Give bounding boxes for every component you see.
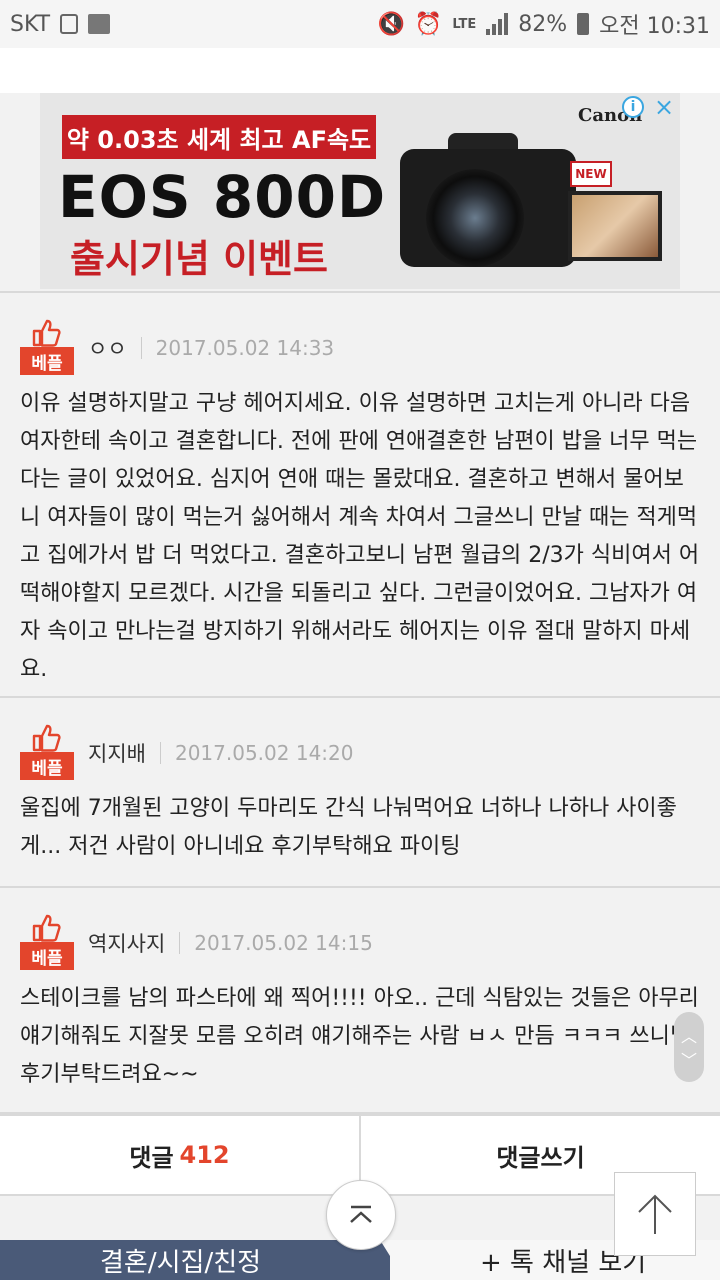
best-label: 베플 <box>20 347 74 375</box>
write-comment-label: 댓글쓰기 <box>496 1143 585 1172</box>
divider <box>140 337 142 359</box>
collapse-button[interactable] <box>326 1180 396 1250</box>
divider <box>179 932 181 954</box>
thumbs-up-icon <box>32 319 61 347</box>
thumbs-up-icon <box>32 724 61 752</box>
scroll-handle[interactable]: ︿ ﹀ <box>674 1012 704 1082</box>
thumbs-up-icon <box>32 914 61 942</box>
comment-item: 베플 역지사지 2017.05.02 14:15 스테이크를 남의 파스타에 왜… <box>0 888 720 1114</box>
signal-icon <box>486 13 509 35</box>
camera-lens <box>426 169 524 267</box>
scroll-top-button[interactable] <box>614 1172 696 1256</box>
comment-body: 이유 설명하지말고 구냥 헤어지세요. 이유 설명하면 고치는게 아니라 다음 … <box>20 391 700 682</box>
battery-percent: 82% <box>518 11 568 37</box>
network-label: LTE <box>452 16 477 32</box>
best-label: 베플 <box>20 752 74 780</box>
battery-icon <box>577 13 590 35</box>
ad-model: EOS 800D <box>58 163 387 231</box>
comment-author[interactable]: ㅇㅇ <box>88 333 127 363</box>
mute-icon: 🔇 <box>377 11 405 37</box>
scroll-up-icon <box>638 1194 672 1234</box>
status-bar: SKT 🔇 ⏰ LTE 82% 오전 10:31 <box>0 0 720 48</box>
collapse-icon <box>350 1205 372 1223</box>
camera-screen <box>568 191 662 261</box>
comment-body: 스테이크를 남의 파스타에 왜 찍어!!!! 아오.. 근데 식탐있는 것들은 … <box>20 986 699 1087</box>
sd-card-icon <box>60 14 79 34</box>
comments-button[interactable]: 댓글 412 <box>0 1116 359 1194</box>
ad-close-icon[interactable]: × <box>650 93 678 121</box>
comment-item: 베플 ㅇㅇ 2017.05.02 14:33 이유 설명하지말고 구냥 헤어지세… <box>0 291 720 698</box>
ad-banner[interactable]: 약 0.03초 세계 최고 AF속도 EOS 800D 출시기념 이벤트 NEW… <box>40 93 680 289</box>
clock: 오전 10:31 <box>599 14 710 39</box>
new-badge: NEW <box>570 161 612 187</box>
ad-event: 출시기념 이벤트 <box>70 237 328 281</box>
comment-author[interactable]: 지지배 <box>88 738 146 768</box>
chevron-down-icon: ﹀ <box>680 1051 697 1070</box>
comment-body: 울집에 7개월된 고양이 두마리도 간식 나눠먹어요 너하나 나하나 사이좋게.… <box>20 796 677 859</box>
best-label: 베플 <box>20 942 74 970</box>
channel-current-tab[interactable]: 결혼/시집/친정 <box>0 1240 390 1280</box>
comment-date: 2017.05.02 14:15 <box>194 931 373 955</box>
alarm-icon: ⏰ <box>414 11 443 37</box>
comments-label: 댓글 <box>129 1143 174 1172</box>
comment-item: 베플 지지배 2017.05.02 14:20 울집에 7개월된 고양이 두마리… <box>0 698 720 888</box>
comment-date: 2017.05.02 14:33 <box>155 336 335 360</box>
comment-author[interactable]: 역지사지 <box>88 928 165 958</box>
chevron-up-icon: ︿ <box>680 1027 697 1046</box>
best-comments: 베플 ㅇㅇ 2017.05.02 14:33 이유 설명하지말고 구냥 헤어지세… <box>0 291 720 1114</box>
best-badge: 베플 <box>20 914 74 972</box>
best-badge: 베플 <box>20 724 74 782</box>
ad-headline: 약 0.03초 세계 최고 AF속도 <box>62 115 376 159</box>
divider <box>159 742 161 764</box>
comment-date: 2017.05.02 14:20 <box>174 741 354 765</box>
comments-count: 412 <box>179 1141 230 1169</box>
best-badge: 베플 <box>20 319 74 377</box>
image-icon <box>88 14 111 34</box>
ad-info-icon[interactable]: i <box>622 96 644 118</box>
channel-current-label: 결혼/시집/친정 <box>100 1247 262 1278</box>
carrier-label: SKT <box>10 11 51 37</box>
top-spacer <box>0 48 720 93</box>
